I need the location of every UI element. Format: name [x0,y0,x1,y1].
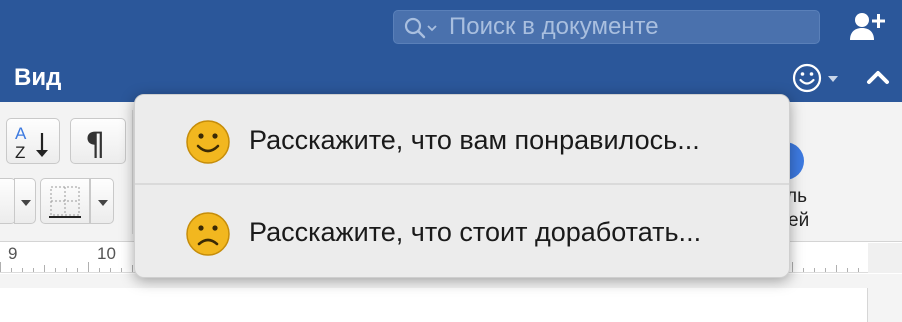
title-bar [0,0,902,52]
search-input[interactable] [449,11,809,43]
ruler-tick [66,268,67,272]
ruler-tick [44,265,45,272]
ruler-tick [803,268,804,272]
smiley-sad-icon [186,212,230,256]
smiley-icon[interactable] [790,61,842,95]
ruler-tick [858,268,859,272]
partial-ribbon-label: ей [788,210,810,231]
ruler-tick [22,268,23,272]
feedback-like-label: Расскажите, что вам понравилось... [249,125,700,155]
ruler-tick [55,268,56,272]
svg-text:Z: Z [15,143,25,162]
show-formatting-button[interactable]: ¶ [70,118,126,164]
ruler-number: 10 [97,244,116,263]
chevron-down-icon[interactable] [427,24,437,32]
chevron-down-icon [98,200,108,206]
ruler-tick [132,265,133,272]
ruler-margin [868,243,902,273]
ruler-tick [11,268,12,272]
borders-icon [49,186,81,218]
shading-dropdown[interactable] [14,178,36,224]
borders-dropdown[interactable] [90,178,114,224]
ruler-tick [99,268,100,272]
search-icon[interactable] [404,17,426,39]
feedback-like-item[interactable]: Расскажите, что вам понравилось... [135,97,789,185]
ruler-tick [110,268,111,272]
add-person-icon[interactable] [848,10,888,44]
search-box[interactable] [393,10,820,44]
ruler-tick [836,265,837,272]
smiley-happy-icon [186,120,230,164]
ruler-tick [847,268,848,272]
svg-text:A: A [15,124,27,143]
feedback-button[interactable] [790,61,842,95]
borders-button[interactable] [40,178,90,224]
svg-text:¶: ¶ [85,125,105,163]
document-area [0,274,902,322]
tab-view[interactable]: Вид [14,64,61,92]
ruler-tick [77,268,78,272]
ruler-tick [792,262,793,272]
pilcrow-icon: ¶ [85,125,105,163]
ruler-tick [0,262,1,272]
sort-button[interactable]: A Z [6,118,60,164]
feedback-improve-label: Расскажите, что стоит доработать... [249,217,702,247]
group-separator [132,110,133,234]
feedback-popover: Расскажите, что вам понравилось... Расск… [134,94,790,278]
ruler-tick [88,262,89,272]
feedback-improve-item[interactable]: Расскажите, что стоит доработать... [135,189,789,277]
sort-az-icon: A Z [15,124,48,162]
chevron-up-icon[interactable] [864,64,892,90]
ruler-tick [814,268,815,272]
ruler-tick [121,268,122,272]
ruler-tick [825,268,826,272]
ruler-number: 9 [8,244,18,263]
chevron-down-icon [21,200,31,206]
ruler-tick [33,268,34,272]
document-page[interactable] [0,288,868,322]
